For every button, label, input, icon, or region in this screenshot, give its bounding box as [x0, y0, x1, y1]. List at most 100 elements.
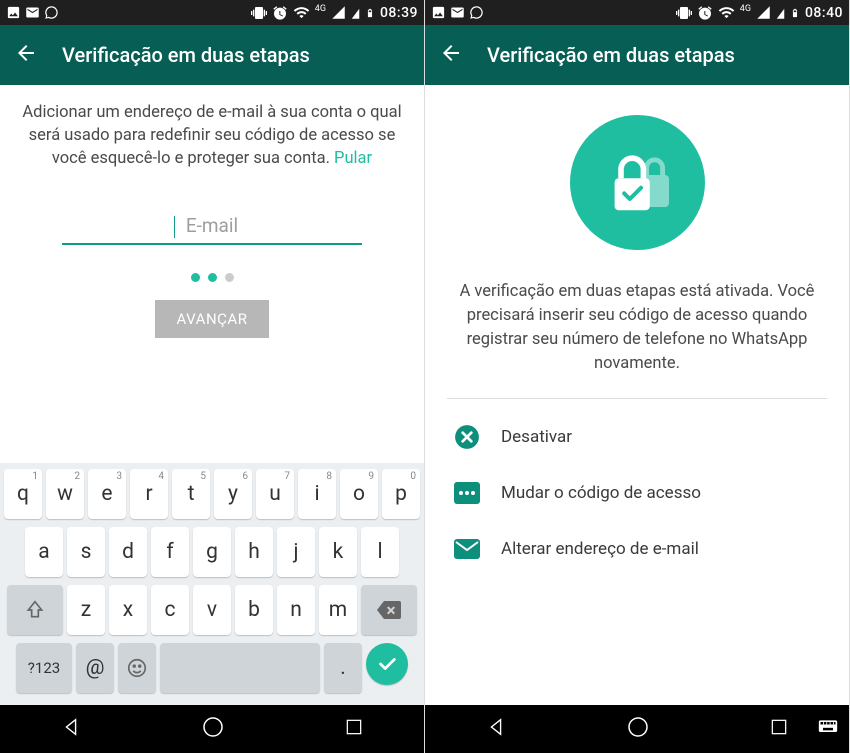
gmail-icon	[450, 5, 465, 20]
option-label: Mudar o código de acesso	[501, 483, 701, 503]
email-input-wrap	[20, 208, 404, 245]
content-area: A verificação em duas etapas está ativad…	[425, 85, 849, 705]
kb-key[interactable]: d	[109, 527, 147, 577]
kb-key[interactable]: c	[151, 585, 189, 635]
dot	[191, 273, 200, 282]
nav-keyboard-icon[interactable]	[818, 719, 838, 739]
kb-key[interactable]: u7	[256, 469, 294, 519]
battery-icon	[365, 5, 375, 21]
gmail-icon	[25, 5, 40, 20]
kb-emoji-icon[interactable]	[118, 643, 156, 693]
dot	[225, 273, 234, 282]
kb-symbols[interactable]: ?123	[16, 643, 72, 693]
kb-key[interactable]: q1	[4, 469, 42, 519]
kb-key[interactable]: b	[235, 585, 273, 635]
nav-recent-icon[interactable]	[344, 717, 364, 741]
network-4g-label: 4G	[740, 4, 751, 14]
signal-icon	[331, 5, 346, 20]
kb-key[interactable]: k	[319, 527, 357, 577]
option-label: Alterar endereço de e-mail	[501, 539, 699, 559]
wifi-icon	[718, 4, 735, 21]
kb-key[interactable]: a	[25, 527, 63, 577]
kb-key[interactable]: g	[193, 527, 231, 577]
alarm-icon	[272, 5, 288, 21]
kb-key[interactable]: y6	[214, 469, 252, 519]
kb-key[interactable]: h	[235, 527, 273, 577]
description: A verificação em duas etapas está ativad…	[447, 280, 827, 376]
kb-key[interactable]: e3	[88, 469, 126, 519]
option-label: Desativar	[501, 427, 572, 447]
kb-backspace-icon[interactable]	[361, 585, 417, 635]
whatsapp-icon	[44, 5, 59, 20]
option-change-code[interactable]: Mudar o código de acesso	[447, 465, 827, 521]
lock-circle-icon	[570, 115, 705, 250]
advance-button[interactable]: AVANÇAR	[155, 300, 270, 338]
kb-key[interactable]: t5	[172, 469, 210, 519]
progress-dots	[20, 273, 404, 282]
signal-icon-2	[776, 5, 785, 20]
kb-key[interactable]: j	[277, 527, 315, 577]
kb-key[interactable]: w2	[46, 469, 84, 519]
page-title: Verificação em duas etapas	[62, 43, 310, 67]
close-circle-icon	[453, 423, 481, 451]
kb-space[interactable]	[160, 643, 320, 693]
kb-at[interactable]: @	[76, 643, 114, 693]
kb-enter-icon[interactable]	[366, 643, 408, 685]
email-icon	[453, 535, 481, 563]
back-icon[interactable]	[439, 41, 463, 69]
nav-home-icon[interactable]	[626, 715, 650, 743]
status-bar: 4G 08:40	[425, 0, 849, 25]
nav-back-icon[interactable]	[485, 716, 507, 742]
divider	[447, 398, 827, 399]
kb-key[interactable]: r4	[130, 469, 168, 519]
image-icon	[431, 5, 446, 20]
nav-recent-icon[interactable]	[769, 717, 789, 741]
kb-key[interactable]: x	[109, 585, 147, 635]
back-icon[interactable]	[14, 41, 38, 69]
content-area: Adicionar um endereço de e-mail à sua co…	[0, 85, 424, 463]
kb-key[interactable]: s	[67, 527, 105, 577]
phone-left: 4G 08:39 Verificação em duas etapas Adic…	[0, 0, 425, 753]
clock: 08:40	[805, 5, 843, 21]
kb-key[interactable]: l	[361, 527, 399, 577]
navbar	[0, 705, 424, 753]
signal-icon	[756, 5, 771, 20]
signal-icon-2	[351, 5, 360, 20]
kb-shift-icon[interactable]	[7, 585, 63, 635]
dot	[208, 273, 217, 282]
battery-icon	[790, 5, 800, 21]
skip-link[interactable]: Pular	[334, 149, 372, 168]
kb-period[interactable]: .	[324, 643, 362, 693]
keyboard: q1w2e3r4t5y6u7i8o9p0 asdfghjkl zxcvbnm ?…	[0, 463, 424, 705]
kb-key[interactable]: p0	[382, 469, 420, 519]
clock: 08:39	[380, 5, 418, 21]
kb-key[interactable]: m	[319, 585, 357, 635]
navbar	[425, 705, 849, 753]
network-4g-label: 4G	[315, 4, 326, 14]
kb-key[interactable]: o9	[340, 469, 378, 519]
text-cursor	[174, 216, 175, 238]
wifi-icon	[293, 4, 310, 21]
whatsapp-icon	[469, 5, 484, 20]
kb-key[interactable]: z	[67, 585, 105, 635]
image-icon	[6, 5, 21, 20]
vibrate-icon	[676, 5, 692, 21]
app-bar: Verificação em duas etapas	[425, 25, 849, 85]
kb-key[interactable]: n	[277, 585, 315, 635]
status-bar: 4G 08:39	[0, 0, 424, 25]
password-icon	[453, 479, 481, 507]
nav-back-icon[interactable]	[60, 716, 82, 742]
description: Adicionar um endereço de e-mail à sua co…	[20, 101, 404, 170]
kb-key[interactable]: f	[151, 527, 189, 577]
page-title: Verificação em duas etapas	[487, 43, 735, 67]
app-bar: Verificação em duas etapas	[0, 25, 424, 85]
phone-right: 4G 08:40 Verificação em duas etapas A ve…	[425, 0, 850, 753]
vibrate-icon	[251, 5, 267, 21]
alarm-icon	[697, 5, 713, 21]
kb-key[interactable]: i8	[298, 469, 336, 519]
nav-home-icon[interactable]	[201, 715, 225, 743]
kb-key[interactable]: v	[193, 585, 231, 635]
email-field[interactable]	[62, 208, 362, 245]
option-change-email[interactable]: Alterar endereço de e-mail	[447, 521, 827, 577]
option-disable[interactable]: Desativar	[447, 409, 827, 465]
